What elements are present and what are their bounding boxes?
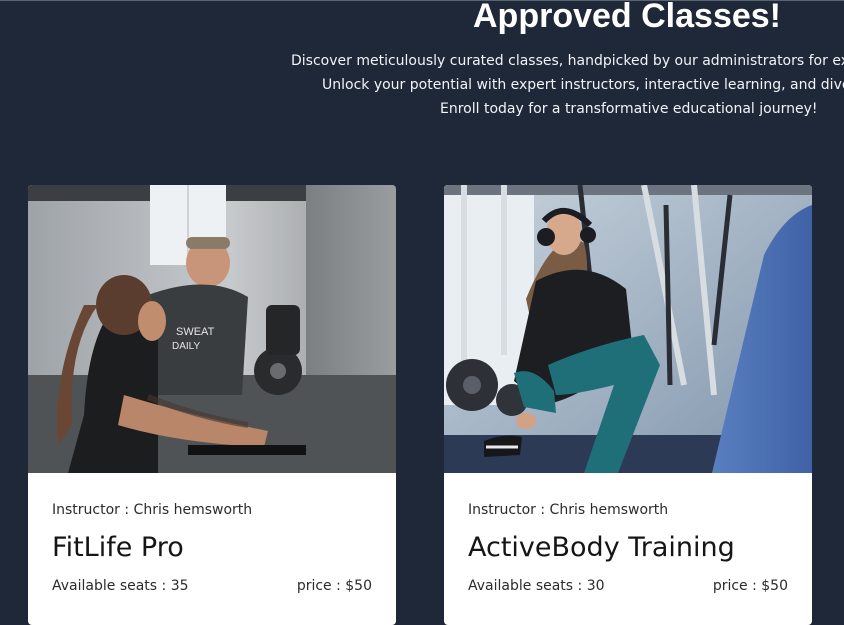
class-card-activebody-training[interactable]: Instructor : Chris hemsworth ActiveBody … <box>444 185 812 625</box>
hero-description-line-3: Enroll today for a transformative educat… <box>440 101 818 117</box>
class-price: price : $50 <box>296 578 372 594</box>
class-name[interactable]: FitLife Pro <box>52 531 184 565</box>
class-image-gym-stretching <box>444 185 812 473</box>
class-available-seats: Available seats : 30 <box>468 578 605 594</box>
class-name[interactable]: ActiveBody Training <box>468 531 735 565</box>
class-image-gym-rowing: SWEAT DAILY <box>28 185 396 473</box>
svg-text:SWEAT: SWEAT <box>176 326 215 338</box>
class-price: price : $50 <box>712 578 788 594</box>
class-card-fitlife-pro[interactable]: SWEAT DAILY Instructor : Chris hemsworth… <box>28 185 396 625</box>
class-available-seats: Available seats : 35 <box>52 578 189 594</box>
hero-description-line-2: Unlock your potential with expert instru… <box>322 77 844 93</box>
page-title: Approved Classes! <box>473 0 781 35</box>
class-instructor: Instructor : Chris hemsworth <box>468 502 669 518</box>
hero-description-line-1: Discover meticulously curated classes, h… <box>291 53 844 69</box>
class-instructor: Instructor : Chris hemsworth <box>52 502 253 518</box>
svg-text:DAILY: DAILY <box>172 341 200 352</box>
